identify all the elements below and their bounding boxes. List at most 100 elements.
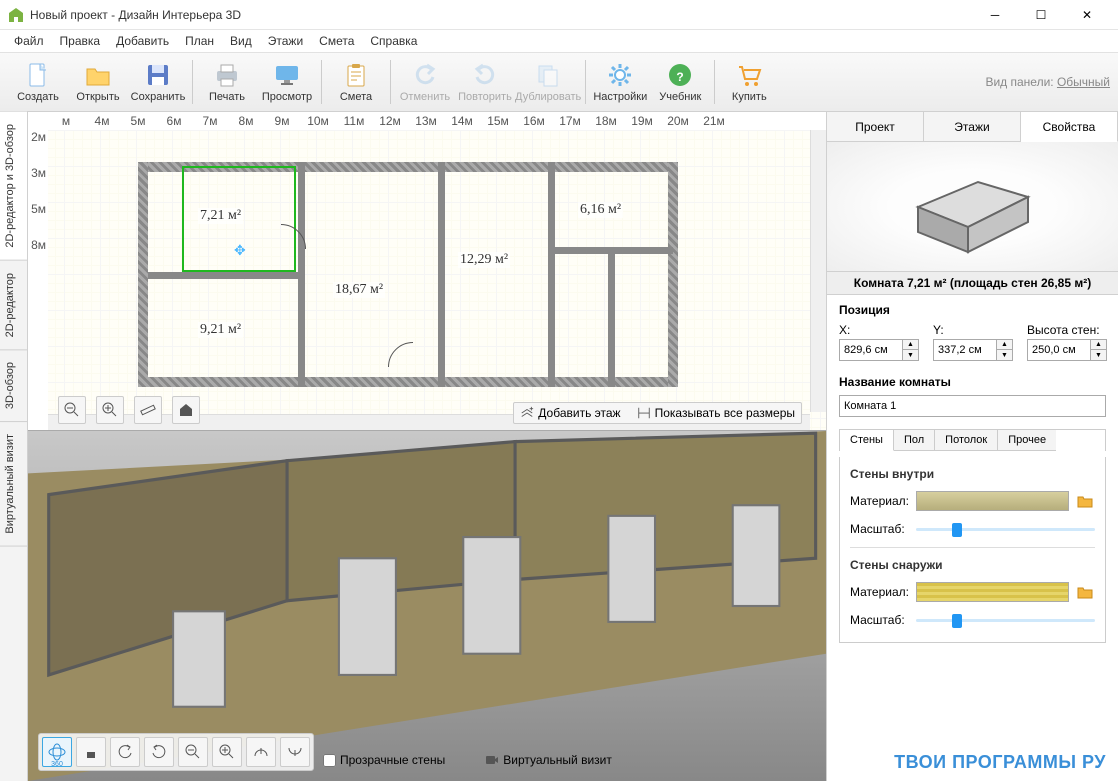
minimize-button[interactable]: ─ xyxy=(972,0,1018,30)
scrollbar-v[interactable] xyxy=(810,130,826,412)
tab-properties[interactable]: Свойства xyxy=(1021,112,1118,142)
cart-icon xyxy=(735,61,763,89)
room-label: 9,21 м² xyxy=(198,322,243,338)
pan-button[interactable] xyxy=(76,737,106,767)
settings-button[interactable]: Настройки xyxy=(590,54,650,110)
gear-icon xyxy=(606,61,634,89)
vtab-3d[interactable]: 3D-обзор xyxy=(0,350,27,422)
maximize-button[interactable]: ☐ xyxy=(1018,0,1064,30)
room-name-input[interactable] xyxy=(839,395,1106,417)
scale-label: Масштаб: xyxy=(850,522,910,536)
browse-material-in[interactable] xyxy=(1075,492,1095,510)
material-label: Материал: xyxy=(850,494,910,508)
undo-button[interactable]: Отменить xyxy=(395,54,455,110)
menu-add[interactable]: Добавить xyxy=(108,32,177,50)
x-label: X: xyxy=(839,323,919,337)
titlebar: Новый проект - Дизайн Интерьера 3D ─ ☐ ✕ xyxy=(0,0,1118,30)
buy-button[interactable]: Купить xyxy=(719,54,779,110)
material-label: Материал: xyxy=(850,585,910,599)
room-caption: Комната 7,21 м² (площадь стен 26,85 м²) xyxy=(827,272,1118,295)
menu-edit[interactable]: Правка xyxy=(52,32,109,50)
browse-material-out[interactable] xyxy=(1075,583,1095,601)
menubar: Файл Правка Добавить План Вид Этажи Смет… xyxy=(0,30,1118,52)
add-floor-button[interactable]: Добавить этаж xyxy=(520,406,620,420)
tab-floors[interactable]: Этажи xyxy=(924,112,1021,141)
monitor-icon xyxy=(273,61,301,89)
floorplan[interactable]: ✥ 7,21 м² 6,16 м² 12,29 м² 18,67 м² 9,21… xyxy=(138,162,678,387)
menu-help[interactable]: Справка xyxy=(362,32,425,50)
menu-estimate[interactable]: Смета xyxy=(311,32,362,50)
rotate-right-button[interactable] xyxy=(144,737,174,767)
room-label: 6,16 м² xyxy=(578,202,623,218)
show-dims-button[interactable]: Показывать все размеры xyxy=(637,406,795,420)
tilt-down-button[interactable] xyxy=(280,737,310,767)
room-label: 12,29 м² xyxy=(458,252,510,268)
menu-floors[interactable]: Этажи xyxy=(260,32,311,50)
panel-mode[interactable]: Вид панели: Обычный xyxy=(985,75,1110,89)
material-swatch-in[interactable] xyxy=(916,491,1069,511)
properties-panel: Проект Этажи Свойства Комната 7,21 м² (п… xyxy=(826,112,1118,781)
material-swatch-out[interactable] xyxy=(916,582,1069,602)
wall-height-label: Высота стен: xyxy=(1027,323,1107,337)
open-button[interactable]: Открыть xyxy=(68,54,128,110)
vtab-2d-3d[interactable]: 2D-редактор и 3D-обзор xyxy=(0,112,27,261)
x-input[interactable]: ▲▼ xyxy=(839,339,919,361)
subtab-other[interactable]: Прочее xyxy=(998,430,1056,451)
measure-button[interactable] xyxy=(134,396,162,424)
tilt-up-button[interactable] xyxy=(246,737,276,767)
subtab-walls[interactable]: Стены xyxy=(840,430,894,451)
create-button[interactable]: Создать xyxy=(8,54,68,110)
position-label: Позиция xyxy=(839,303,1106,317)
zoom-in-button[interactable] xyxy=(96,396,124,424)
view-toolbar: 360 xyxy=(38,733,314,771)
copy-icon xyxy=(534,61,562,89)
left-tabs: 2D-редактор и 3D-обзор 2D-редактор 3D-об… xyxy=(0,112,28,781)
menu-file[interactable]: Файл xyxy=(6,32,52,50)
duplicate-button[interactable]: Дублировать xyxy=(515,54,581,110)
rotate-left-button[interactable] xyxy=(110,737,140,767)
toolbar: СоздатьОткрытьСохранитьПечатьПросмотрСме… xyxy=(0,52,1118,112)
watermark: ТВОИ ПРОГРАММЫ РУ xyxy=(894,752,1106,773)
app-icon xyxy=(8,7,24,23)
zoom-out-3d-button[interactable] xyxy=(178,737,208,767)
save-button[interactable]: Сохранить xyxy=(128,54,188,110)
subtab-ceiling[interactable]: Потолок xyxy=(935,430,998,451)
redo-button[interactable]: Повторить xyxy=(455,54,515,110)
close-button[interactable]: ✕ xyxy=(1064,0,1110,30)
orbit-button[interactable]: 360 xyxy=(42,737,72,767)
room-name-label: Название комнаты xyxy=(839,375,1106,389)
vtab-virtual[interactable]: Виртуальный визит xyxy=(0,422,27,547)
print-button[interactable]: Печать xyxy=(197,54,257,110)
wall-height-input[interactable]: ▲▼ xyxy=(1027,339,1107,361)
zoom-in-3d-button[interactable] xyxy=(212,737,242,767)
tutorial-button[interactable]: ?Учебник xyxy=(650,54,710,110)
undo-icon xyxy=(411,61,439,89)
tab-project[interactable]: Проект xyxy=(827,112,924,141)
svg-text:?: ? xyxy=(677,70,684,84)
y-label: Y: xyxy=(933,323,1013,337)
vtab-2d[interactable]: 2D-редактор xyxy=(0,261,27,350)
ruler-x: м4м5м6м7м8м9м10м11м12м13м14м15м16м17м18м… xyxy=(28,112,826,130)
help-icon: ? xyxy=(666,61,694,89)
folder-icon xyxy=(84,61,112,89)
y-input[interactable]: ▲▼ xyxy=(933,339,1013,361)
scale-slider-out[interactable] xyxy=(916,612,1095,628)
scale-label: Масштаб: xyxy=(850,613,910,627)
subtab-floor[interactable]: Пол xyxy=(894,430,935,451)
walls-outside-header: Стены снаружи xyxy=(850,558,1095,572)
3d-view[interactable]: 360 Прозрачные стены Виртуальный визит xyxy=(28,430,826,781)
zoom-out-button[interactable] xyxy=(58,396,86,424)
virtual-visit-button[interactable]: Виртуальный визит xyxy=(485,753,612,767)
menu-plan[interactable]: План xyxy=(177,32,222,50)
preview-button[interactable]: Просмотр xyxy=(257,54,317,110)
plan-area[interactable]: 2м3м5м8м ✥ 7,21 м² 6,16 м² xyxy=(28,130,826,430)
menu-view[interactable]: Вид xyxy=(222,32,260,50)
estimate-button[interactable]: Смета xyxy=(326,54,386,110)
transparent-walls-checkbox[interactable]: Прозрачные стены xyxy=(323,753,445,767)
disk-icon xyxy=(144,61,172,89)
scale-slider-in[interactable] xyxy=(916,521,1095,537)
room-label: 18,67 м² xyxy=(333,282,385,298)
doc-icon xyxy=(24,61,52,89)
home-button[interactable] xyxy=(172,396,200,424)
ruler-y: 2м3м5м8м xyxy=(28,130,48,430)
